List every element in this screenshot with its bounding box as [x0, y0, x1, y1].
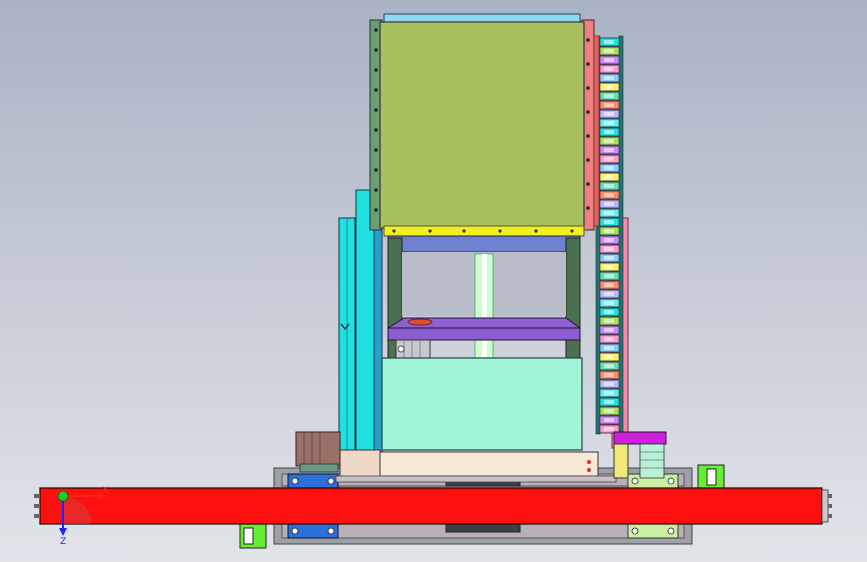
- bolt: [374, 168, 378, 172]
- cable-chain-link: [597, 190, 621, 200]
- bolt: [374, 88, 378, 92]
- foot-block-left-bottom: [287, 523, 339, 539]
- cable-chain-link: [597, 181, 621, 191]
- cable-chain-link: [597, 307, 621, 317]
- bolt: [586, 38, 590, 42]
- cable-chain-link: [597, 280, 621, 290]
- bolt: [374, 128, 378, 132]
- cable-chain-link: [597, 235, 621, 245]
- green-clip-right: [697, 464, 725, 490]
- cable-chain-link: [597, 217, 621, 227]
- cable-chain-link: [597, 289, 621, 299]
- left-column-outer: [338, 217, 356, 464]
- carriage-plate: [387, 317, 581, 341]
- cable-chain-link: [597, 37, 621, 47]
- triad-origin: [57, 490, 69, 502]
- cable-chain-link: [597, 118, 621, 128]
- cable-chain-link: [597, 352, 621, 362]
- cable-chain-link: [597, 172, 621, 182]
- drive-motor-left: [295, 431, 341, 473]
- bolt: [374, 48, 378, 52]
- bolt: [586, 206, 590, 210]
- bolt: [374, 208, 378, 212]
- cable-chain-link: [597, 334, 621, 344]
- bolt: [586, 110, 590, 114]
- cable-chain-link: [597, 361, 621, 371]
- cable-chain-link: [597, 154, 621, 164]
- cable-chain-link: [597, 316, 621, 326]
- cable-chain-link: [597, 163, 621, 173]
- foot-block-left-top: [287, 473, 339, 489]
- bolt: [374, 68, 378, 72]
- bolt: [586, 62, 590, 66]
- cable-chain-link: [597, 343, 621, 353]
- cable-chain-link: [597, 127, 621, 137]
- cable-chain-link: [597, 271, 621, 281]
- base-box: [335, 449, 617, 483]
- bolt: [374, 188, 378, 192]
- cable-chain-link: [597, 208, 621, 218]
- cable-chain-link: [597, 397, 621, 407]
- cable-chain-link: [597, 388, 621, 398]
- guide-rod: [474, 253, 494, 359]
- cad-model-drawing: X Z: [34, 13, 832, 549]
- carriage-motor: [395, 339, 431, 359]
- cable-chain-link: [597, 379, 621, 389]
- cable-chain-link: [597, 253, 621, 263]
- cable-chain-link: [597, 370, 621, 380]
- cable-chain: [595, 35, 624, 435]
- foot-block-right-bottom: [627, 523, 679, 539]
- cable-chain-link: [597, 73, 621, 83]
- cable-chain-link: [597, 145, 621, 155]
- cad-viewport[interactable]: X Z: [0, 0, 867, 562]
- bolt: [586, 182, 590, 186]
- bolt: [374, 28, 378, 32]
- triad-x-label: X: [102, 486, 108, 496]
- bolt: [586, 158, 590, 162]
- right-bracket: [613, 431, 667, 479]
- cable-chain-link: [597, 109, 621, 119]
- cable-chain-link: [597, 406, 621, 416]
- cable-chain-link: [597, 199, 621, 209]
- cable-chain-link: [597, 136, 621, 146]
- cable-chain-link: [597, 244, 621, 254]
- main-beam[interactable]: [34, 487, 832, 525]
- cable-chain-link: [597, 64, 621, 74]
- bolt: [586, 86, 590, 90]
- cable-chain-link: [597, 55, 621, 65]
- cable-chain-link: [597, 325, 621, 335]
- bolt: [374, 148, 378, 152]
- cable-chain-link: [597, 298, 621, 308]
- yellow-strip: [383, 225, 585, 237]
- cable-chain-link: [597, 262, 621, 272]
- bolt: [374, 108, 378, 112]
- bolt: [586, 134, 590, 138]
- green-clip-left: [239, 523, 267, 549]
- cable-chain-link: [597, 226, 621, 236]
- cable-chain-link: [597, 46, 621, 56]
- triad-z-label: Z: [60, 537, 66, 547]
- cable-chain-link: [597, 82, 621, 92]
- cable-chain-link: [597, 415, 621, 425]
- cable-chain-link: [597, 100, 621, 110]
- lower-chamber: [381, 357, 583, 451]
- upper-cabinet: [369, 13, 600, 231]
- cable-chain-link: [597, 91, 621, 101]
